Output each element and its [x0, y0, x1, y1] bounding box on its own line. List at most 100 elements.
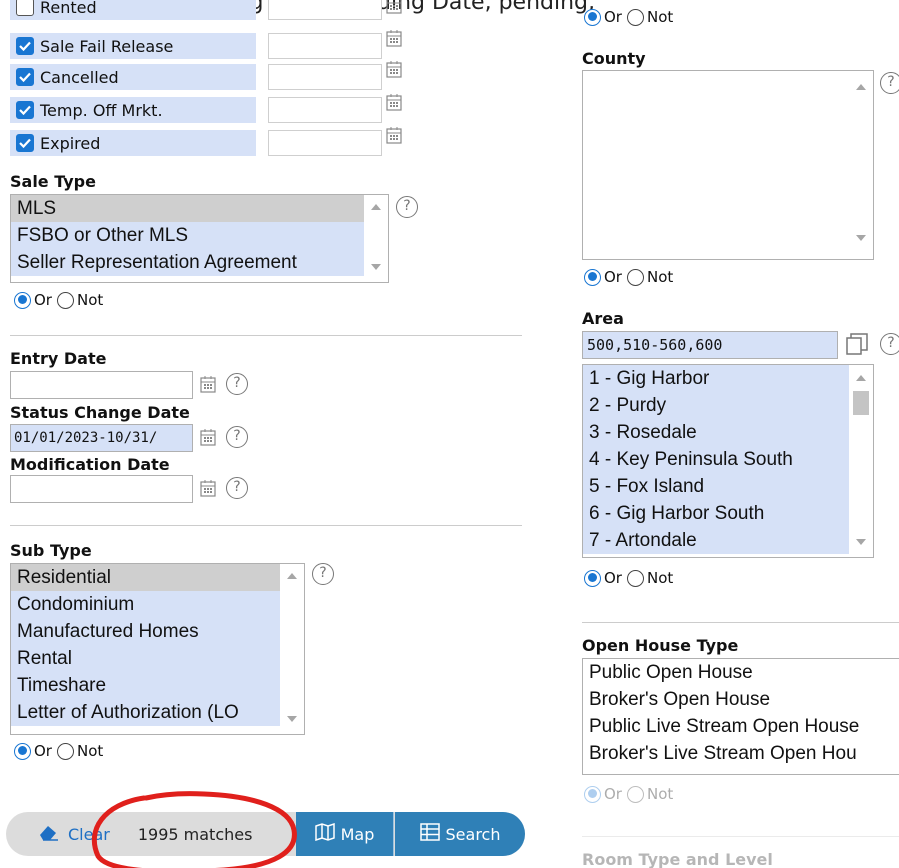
map-button-label[interactable]: Map [341, 825, 375, 844]
radio-not-label: Not [76, 742, 104, 760]
county-listbox[interactable] [582, 70, 874, 260]
status-label-text: Cancelled [40, 67, 119, 87]
list-item[interactable]: 6 - Gig Harbor South [583, 500, 849, 527]
checkbox-checked-icon[interactable] [16, 68, 34, 86]
status-date-input[interactable] [268, 33, 382, 59]
checkbox-checked-icon[interactable] [16, 134, 34, 152]
radio-or[interactable] [14, 291, 31, 309]
status-date-input[interactable] [268, 64, 382, 90]
status-label[interactable]: Rented [10, 0, 256, 20]
list-item[interactable]: Seller Representation Agreement [11, 249, 364, 276]
open-house-type-listbox[interactable]: Public Open House Broker's Open House Pu… [582, 658, 899, 775]
list-item[interactable]: 5 - Fox Island [583, 473, 849, 500]
checkbox-checked-icon[interactable] [16, 101, 34, 119]
calendar-icon[interactable] [200, 375, 216, 393]
entry-date-input[interactable] [10, 371, 193, 399]
status-date-input[interactable] [268, 0, 382, 20]
calendar-icon[interactable] [200, 428, 216, 446]
calendar-icon[interactable] [386, 126, 402, 144]
list-item[interactable]: MLS [11, 195, 364, 222]
clear-button-label[interactable]: Clear [68, 825, 110, 844]
scroll-down-icon[interactable] [856, 539, 866, 545]
search-button[interactable]: Search [395, 812, 525, 856]
search-button-label[interactable]: Search [446, 825, 501, 844]
radio-not[interactable] [626, 8, 644, 26]
list-item[interactable]: 1 - Gig Harbor [583, 365, 849, 392]
calendar-icon[interactable] [386, 60, 402, 78]
scroll-down-icon[interactable] [856, 235, 866, 241]
help-icon[interactable]: ? [226, 373, 248, 395]
calendar-icon[interactable] [386, 93, 402, 111]
scrollbar[interactable] [364, 195, 388, 282]
checkbox-checked-icon[interactable] [16, 37, 34, 55]
radio-not[interactable] [56, 742, 74, 760]
radio-not[interactable] [56, 291, 74, 309]
list-item[interactable]: 7 - Artondale [583, 527, 849, 554]
list-item[interactable]: FSBO or Other MLS [11, 222, 364, 249]
radio-or[interactable] [584, 268, 601, 286]
status-change-date-heading: Status Change Date [10, 403, 190, 422]
scrollbar[interactable] [849, 365, 873, 557]
radio-or-label: Or [604, 268, 622, 286]
status-label[interactable]: Temp. Off Mrkt. [10, 97, 256, 123]
sale-type-listbox[interactable]: MLS FSBO or Other MLS Seller Representat… [10, 194, 389, 283]
sub-type-listbox[interactable]: Residential Condominium Manufactured Hom… [10, 563, 305, 735]
help-icon[interactable]: ? [226, 477, 248, 499]
radio-not[interactable] [626, 785, 644, 803]
list-item[interactable]: Public Open House [583, 659, 899, 686]
radio-or[interactable] [584, 569, 601, 587]
radio-or[interactable] [584, 8, 601, 26]
county-or-not: Or Not [584, 268, 678, 286]
separator-gap [555, 786, 557, 868]
clear-button[interactable]: Clear 1995 matches [6, 812, 296, 856]
help-icon[interactable]: ? [226, 426, 248, 448]
help-icon[interactable]: ? [880, 72, 899, 94]
status-label[interactable]: Sale Fail Release [10, 33, 256, 59]
radio-or-label: Or [34, 291, 52, 309]
calendar-icon[interactable] [386, 0, 402, 14]
radio-or[interactable] [584, 785, 601, 803]
radio-not[interactable] [626, 268, 644, 286]
scroll-up-icon[interactable] [287, 573, 297, 579]
radio-or-label: Or [604, 785, 622, 803]
list-item[interactable]: Letter of Authorization (LO [11, 699, 280, 726]
status-date-input[interactable] [268, 130, 382, 156]
expand-icon[interactable] [846, 333, 868, 355]
scroll-up-icon[interactable] [856, 375, 866, 381]
status-label[interactable]: Cancelled [10, 64, 256, 90]
list-item[interactable]: Residential [11, 564, 280, 591]
list-item[interactable]: Broker's Open House [583, 686, 899, 713]
status-change-date-input[interactable]: 01/01/2023-10/31/ [10, 424, 193, 452]
help-icon[interactable]: ? [312, 563, 334, 585]
scroll-down-icon[interactable] [371, 264, 381, 270]
scroll-down-icon[interactable] [287, 716, 297, 722]
modification-date-input[interactable] [10, 475, 193, 503]
bottom-toolbar: Clear 1995 matches Map Search [6, 812, 525, 856]
scroll-up-icon[interactable] [371, 204, 381, 210]
area-input[interactable]: 500,510-560,600 [582, 331, 838, 359]
scrollbar[interactable] [849, 71, 873, 259]
list-item[interactable]: Broker's Live Stream Open Hou [583, 740, 899, 767]
scroll-up-icon[interactable] [856, 84, 866, 90]
help-icon[interactable]: ? [396, 196, 418, 218]
scrollbar[interactable] [280, 564, 304, 734]
scroll-thumb[interactable] [853, 391, 869, 415]
list-item[interactable]: 2 - Purdy [583, 392, 849, 419]
list-item[interactable]: Condominium [11, 591, 280, 618]
list-item[interactable]: Public Live Stream Open House [583, 713, 899, 740]
list-item[interactable]: 3 - Rosedale [583, 419, 849, 446]
help-icon[interactable]: ? [880, 333, 899, 355]
radio-not[interactable] [626, 569, 644, 587]
status-date-input[interactable] [268, 97, 382, 123]
radio-or[interactable] [14, 742, 31, 760]
status-label[interactable]: Expired [10, 130, 256, 156]
list-item[interactable]: Timeshare [11, 672, 280, 699]
checkbox-icon[interactable] [16, 0, 34, 16]
calendar-icon[interactable] [200, 479, 216, 497]
list-item[interactable]: Manufactured Homes [11, 618, 280, 645]
list-item[interactable]: Rental [11, 645, 280, 672]
map-button[interactable]: Map [296, 812, 394, 856]
list-item[interactable]: 4 - Key Peninsula South [583, 446, 849, 473]
calendar-icon[interactable] [386, 29, 402, 47]
area-listbox[interactable]: 1 - Gig Harbor 2 - Purdy 3 - Rosedale 4 … [582, 364, 874, 558]
